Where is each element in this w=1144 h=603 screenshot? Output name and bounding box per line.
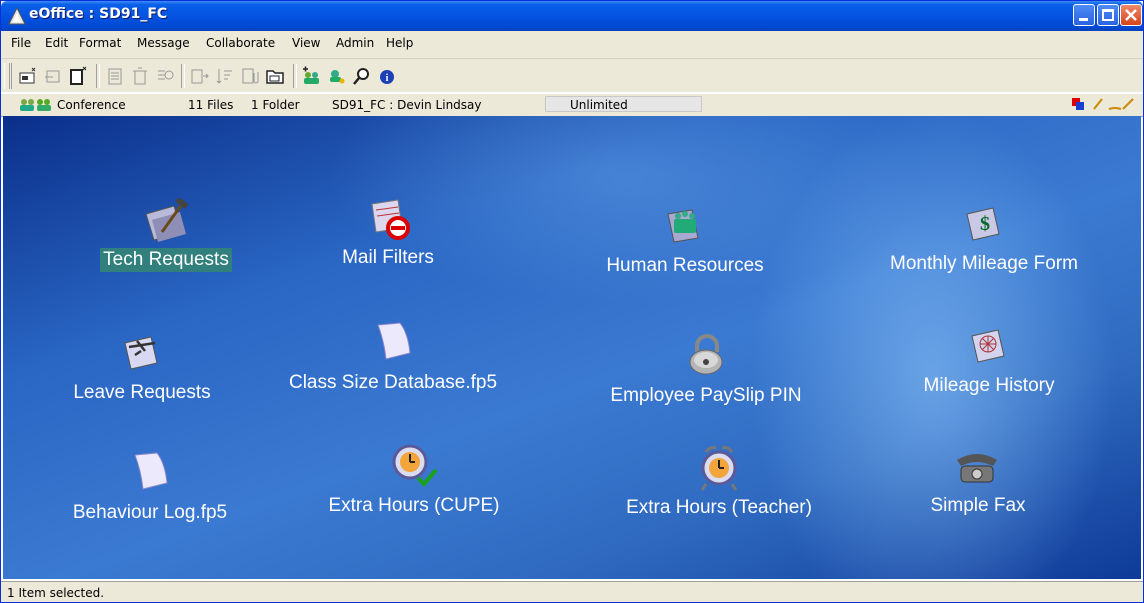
status-bar: 1 Item selected. (1, 581, 1143, 602)
sort-icon[interactable] (214, 65, 236, 87)
item-class-size-database[interactable]: Class Size Database.fp5 (267, 321, 519, 395)
pencil-icon[interactable] (1091, 97, 1105, 111)
menu-file[interactable]: File (11, 36, 31, 50)
window-title: eOffice : SD91_FC (29, 6, 168, 22)
item-label: Employee PaySlip PIN (610, 385, 802, 406)
svg-text:i: i (386, 73, 389, 84)
item-label: Extra Hours (CUPE) (328, 495, 500, 516)
document-icon (377, 322, 411, 360)
clock-check-icon (392, 444, 438, 487)
menu-edit[interactable]: Edit (45, 36, 68, 50)
item-label: Mileage History (923, 375, 1055, 396)
new-document-icon[interactable] (67, 65, 89, 87)
plane-folder-icon (124, 336, 158, 370)
attach-icon[interactable] (239, 65, 261, 87)
alarm-clock-icon (700, 446, 738, 491)
toolbar-separator (293, 64, 297, 88)
menu-help[interactable]: Help (386, 36, 413, 50)
menu-admin[interactable]: Admin (336, 36, 374, 50)
write-icon[interactable] (1107, 97, 1137, 111)
item-label: Behaviour Log.fp5 (72, 502, 228, 523)
search-icon[interactable] (351, 65, 373, 87)
file-count: 11 Files (188, 98, 234, 112)
conference-icon (20, 99, 51, 111)
properties-icon[interactable] (154, 65, 176, 87)
menu-bar: File Edit Format Message Collaborate Vie… (1, 31, 1143, 59)
mail-filter-icon (371, 199, 410, 240)
item-simple-fax[interactable]: Simple Fax (903, 446, 1053, 518)
toolbar-grip-line (9, 63, 12, 89)
item-label: Simple Fax (930, 495, 1026, 516)
item-extra-hours-cupe[interactable]: Extra Hours (CUPE) (309, 440, 519, 518)
people-folder-icon (667, 209, 699, 243)
item-label: Extra Hours (Teacher) (626, 497, 812, 518)
conference-label: Conference (57, 98, 126, 112)
item-label: Human Resources (606, 255, 764, 276)
item-behaviour-log[interactable]: Behaviour Log.fp5 (47, 451, 253, 525)
item-human-resources[interactable]: Human Resources (585, 204, 785, 278)
conference-path: SD91_FC : Devin Lindsay (332, 98, 482, 112)
folder-hammer-icon (145, 198, 189, 242)
quota-value: Unlimited (570, 98, 628, 112)
padlock-icon (689, 334, 723, 375)
maximize-button[interactable] (1097, 4, 1119, 26)
item-label: Mail Filters (342, 247, 434, 268)
item-label: Tech Requests (100, 248, 232, 272)
windows-icon[interactable] (1071, 97, 1085, 111)
toolbar-separator (96, 64, 100, 88)
quota-indicator: Unlimited (545, 96, 702, 112)
menu-view[interactable]: View (292, 36, 320, 50)
eoffice-window: eOffice : SD91_FC File Edit Format Messa… (0, 0, 1144, 603)
telephone-icon (957, 454, 997, 483)
reply-icon[interactable] (42, 65, 64, 87)
item-employee-payslip-pin[interactable]: Employee PaySlip PIN (593, 334, 819, 408)
info-icon[interactable]: i (376, 65, 398, 87)
item-monthly-mileage-form[interactable]: $ Monthly Mileage Form (861, 202, 1107, 276)
item-label: Monthly Mileage Form (890, 253, 1078, 274)
delete-icon[interactable] (129, 65, 151, 87)
paste-icon[interactable] (104, 65, 126, 87)
title-bar[interactable]: eOffice : SD91_FC (1, 1, 1143, 31)
toolbar-separator (181, 64, 185, 88)
add-user-icon[interactable] (301, 65, 323, 87)
item-tech-requests[interactable]: Tech Requests (81, 198, 251, 272)
svg-text:$: $ (980, 213, 990, 235)
conference-contents: Tech Requests Mail Filters Human Resourc… (3, 116, 1141, 579)
item-label: Class Size Database.fp5 (288, 372, 498, 393)
eoffice-logo-icon (8, 7, 26, 25)
menu-message[interactable]: Message (137, 36, 190, 50)
item-leave-requests[interactable]: Leave Requests (47, 331, 237, 405)
document-icon (134, 452, 168, 490)
forward-icon[interactable] (189, 65, 211, 87)
menu-format[interactable]: Format (79, 36, 121, 50)
close-button[interactable] (1120, 4, 1142, 26)
minimize-button[interactable] (1073, 4, 1095, 26)
folder-count: 1 Folder (251, 98, 300, 112)
folder-icon[interactable] (264, 65, 286, 87)
item-mileage-history[interactable]: Mileage History (899, 324, 1079, 398)
item-extra-hours-teacher[interactable]: Extra Hours (Teacher) (601, 444, 837, 520)
status-text: 1 Item selected. (7, 586, 105, 600)
dollar-folder-icon: $ (966, 207, 1000, 241)
item-mail-filters[interactable]: Mail Filters (313, 196, 463, 270)
item-label: Leave Requests (73, 382, 211, 403)
web-folder-icon (971, 329, 1005, 363)
conference-info-bar: Conference 11 Files 1 Folder SD91_FC : D… (1, 93, 1143, 117)
menu-collaborate[interactable]: Collaborate (206, 36, 275, 50)
key-user-icon[interactable] (326, 65, 348, 87)
new-message-icon[interactable] (17, 65, 39, 87)
toolbar: i (1, 59, 1143, 92)
